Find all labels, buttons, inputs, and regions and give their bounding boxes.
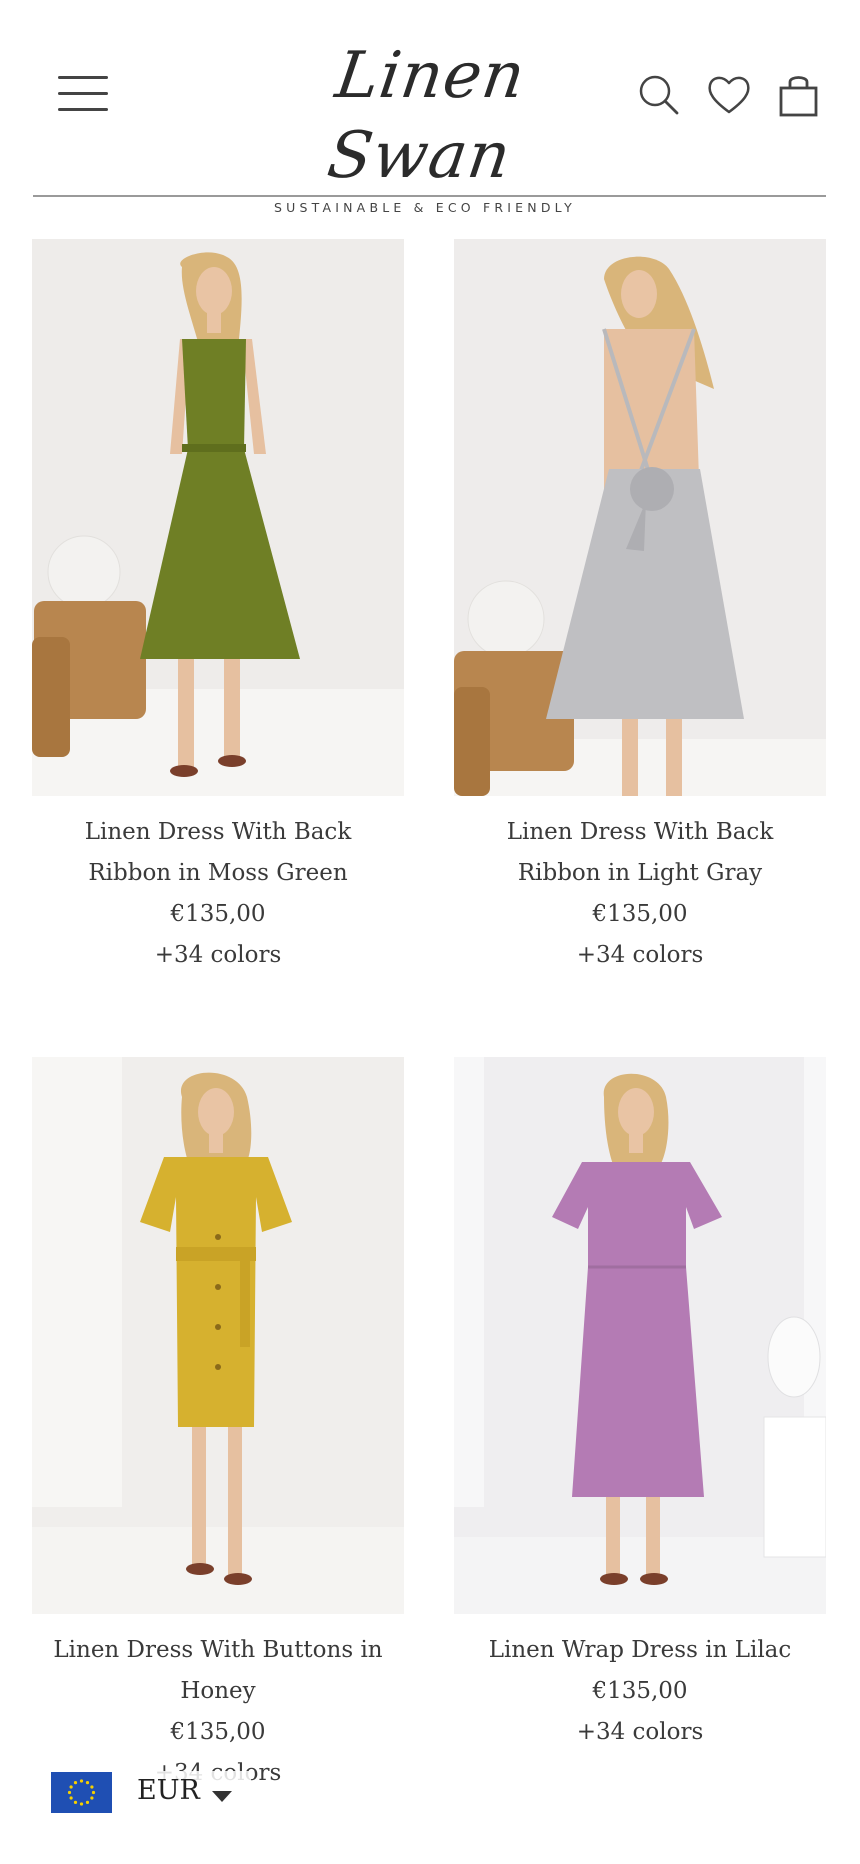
search-icon[interactable] [636, 72, 682, 118]
product-title[interactable]: Linen Dress With Back Ribbon in Moss Gre… [32, 812, 404, 894]
currency-code: EUR [137, 1775, 200, 1806]
product-colors-count[interactable]: +34 colors [32, 935, 404, 976]
eu-flag-icon [51, 1772, 112, 1813]
product-info: Linen Wrap Dress in Lilac €135,00 +34 co… [454, 1614, 826, 1753]
product-price: €135,00 [592, 901, 688, 927]
header-divider [33, 195, 826, 197]
product-card[interactable]: Linen Wrap Dress in Lilac €135,00 +34 co… [454, 1057, 826, 1753]
product-title[interactable]: Linen Dress With Back Ribbon in Light Gr… [454, 812, 826, 894]
product-price: €135,00 [592, 1678, 688, 1704]
bag-icon[interactable] [776, 72, 822, 118]
product-info: Linen Dress With Back Ribbon in Moss Gre… [32, 796, 404, 976]
product-photo[interactable] [32, 239, 404, 796]
brand-logo[interactable]: Linen Swan SUSTAINABLE & ECO FRIENDLY [260, 36, 590, 215]
product-photo[interactable] [454, 1057, 826, 1614]
chevron-down-icon [211, 1788, 233, 1807]
brand-name: Linen Swan [323, 39, 530, 193]
product-colors-count[interactable]: +34 colors [454, 1712, 826, 1753]
product-card[interactable]: Linen Dress With Back Ribbon in Light Gr… [454, 239, 826, 976]
product-card[interactable]: Linen Dress With Back Ribbon in Moss Gre… [32, 239, 404, 976]
product-price: €135,00 [170, 1719, 266, 1745]
product-title[interactable]: Linen Wrap Dress in Lilac [454, 1630, 826, 1671]
currency-selector[interactable]: EUR [51, 1771, 251, 1817]
product-photo[interactable] [32, 1057, 404, 1614]
product-photo[interactable] [454, 239, 826, 796]
product-info: Linen Dress With Buttons in Honey €135,0… [32, 1614, 404, 1794]
menu-icon[interactable] [58, 74, 108, 114]
product-colors-count[interactable]: +34 colors [454, 935, 826, 976]
product-card[interactable]: Linen Dress With Buttons in Honey €135,0… [32, 1057, 404, 1794]
product-title[interactable]: Linen Dress With Buttons in Honey [32, 1630, 404, 1712]
heart-icon[interactable] [706, 72, 752, 118]
brand-tagline: SUSTAINABLE & ECO FRIENDLY [274, 200, 576, 215]
product-info: Linen Dress With Back Ribbon in Light Gr… [454, 796, 826, 976]
site-header: Linen Swan SUSTAINABLE & ECO FRIENDLY [0, 0, 860, 215]
product-price: €135,00 [170, 901, 266, 927]
